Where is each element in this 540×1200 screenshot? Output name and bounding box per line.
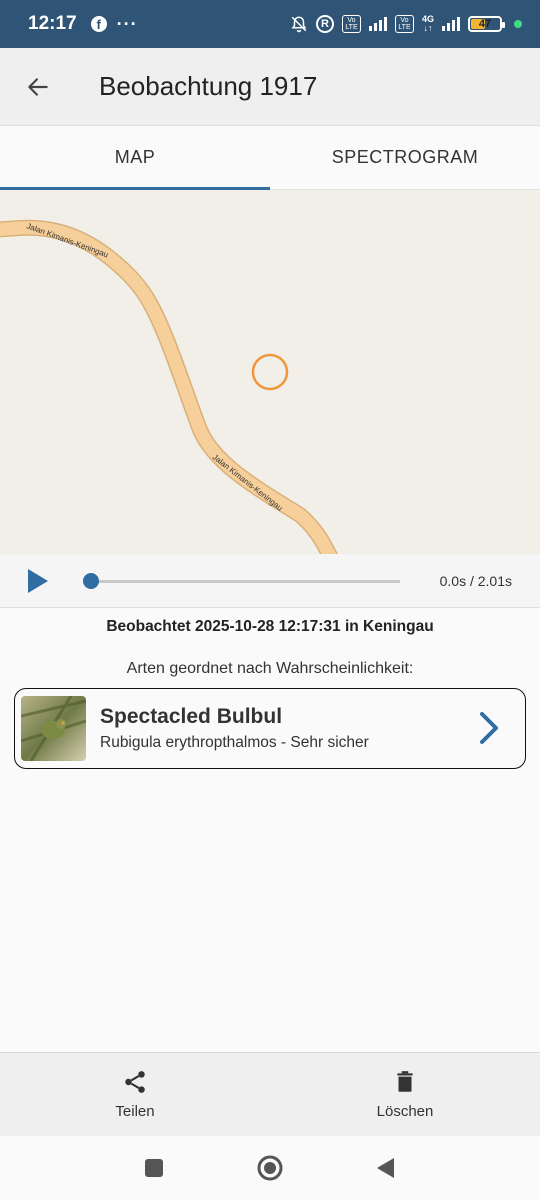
location-marker [251, 353, 289, 391]
status-bar: 12:17 f ··· R Vo LTE Vo LTE 4G ↓↑ 47 [0, 0, 540, 48]
delete-button[interactable]: Löschen [270, 1053, 540, 1136]
volte-icon-2: Vo LTE [394, 15, 414, 33]
share-label: Teilen [115, 1103, 155, 1120]
facebook-icon: f [90, 16, 107, 32]
registered-icon: R [315, 15, 334, 33]
tab-bar: MAP SPECTROGRAM [0, 126, 540, 190]
trash-icon [397, 1071, 413, 1092]
seek-track[interactable] [90, 580, 400, 583]
more-notifications-icon: ··· [116, 13, 138, 34]
square-icon [145, 1159, 163, 1177]
species-card[interactable]: Spectacled Bulbul Rubigula erythropthalm… [14, 688, 526, 769]
bottom-action-bar: Teilen Löschen [0, 1052, 540, 1136]
observation-datetime: Beobachtet 2025-10-28 12:17:31 in Kening… [106, 618, 434, 635]
signal-icon-2 [442, 17, 460, 31]
triangle-back-icon [377, 1158, 394, 1178]
tab-spectrogram[interactable]: SPECTROGRAM [270, 126, 540, 189]
mute-bell-icon [290, 15, 308, 33]
back-nav-button[interactable] [328, 1156, 444, 1180]
bird-thumbnail [21, 696, 86, 761]
signal-icon [368, 17, 387, 31]
app-bar: Beobachtung 1917 [0, 48, 540, 126]
recents-button[interactable] [96, 1157, 212, 1179]
play-button[interactable] [26, 566, 52, 596]
road-label-bottom: Jalan Kimanis-Keningau [211, 452, 285, 512]
circle-icon [257, 1155, 283, 1181]
system-nav-bar [0, 1136, 540, 1200]
privacy-indicator [514, 20, 522, 28]
species-list-heading: Arten geordnet nach Wahrscheinlichkeit: [126, 660, 414, 677]
seek-handle[interactable] [83, 573, 99, 589]
audio-player: 0.0s / 2.01s [0, 554, 540, 608]
tab-map[interactable]: MAP [0, 126, 270, 190]
network-type: 4G ↓↑ [421, 14, 434, 33]
home-button[interactable] [212, 1154, 328, 1182]
share-button[interactable]: Teilen [0, 1053, 270, 1136]
species-common-name: Spectacled Bulbul [100, 705, 283, 728]
battery-icon: 47 [468, 16, 505, 32]
page-title: Beobachtung 1917 [99, 71, 318, 101]
share-icon [125, 1071, 145, 1093]
species-scientific-name: Rubigula erythropthalmos - Sehr sicher [100, 734, 369, 751]
status-time: 12:17 [28, 13, 77, 34]
back-button[interactable] [0, 48, 76, 126]
delete-label: Löschen [376, 1103, 434, 1120]
map-view[interactable]: Jalan Kimanis-Keningau Jalan Kimanis-Ken… [0, 190, 540, 554]
volte-icon: Vo LTE [341, 15, 361, 33]
playback-time: 0.0s / 2.01s [439, 573, 512, 589]
arrow-left-icon [28, 77, 48, 96]
chevron-right-icon [477, 711, 501, 750]
play-icon [28, 568, 48, 593]
